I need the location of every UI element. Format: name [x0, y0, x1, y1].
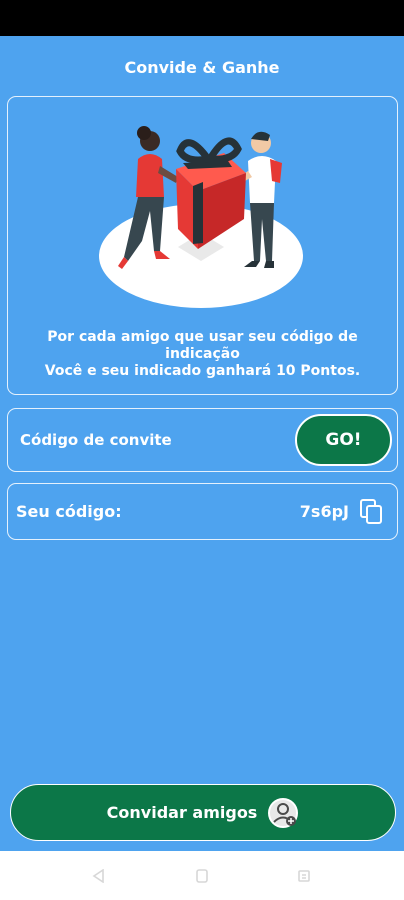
invite-code-input[interactable]: Código de convite [20, 431, 172, 449]
hero-card: Por cada amigo que usar seu código de in… [7, 96, 398, 395]
back-icon[interactable] [92, 869, 106, 883]
invite-code-card: Código de convite GO! [7, 408, 398, 472]
invite-friends-button[interactable]: Convidar amigos [10, 784, 396, 841]
my-code-card: Seu código: 7s6pJ [7, 483, 398, 540]
my-code-value: 7s6pJ [299, 502, 349, 521]
invite-friends-label: Convidar amigos [106, 803, 258, 822]
go-button[interactable]: GO! [295, 414, 392, 466]
gift-illustration [99, 126, 303, 308]
navigation-bar [0, 851, 404, 900]
status-bar [0, 0, 404, 36]
hero-line-3: Você e seu indicado ganhará 10 Pontos. [44, 363, 361, 379]
screen: Convide & Ganhe Por cada amigo que usar … [0, 36, 404, 851]
hero-line-1: Por cada amigo que usar seu código de [47, 329, 358, 345]
home-icon[interactable] [195, 869, 209, 883]
my-code-label: Seu código: [16, 502, 122, 521]
user-add-icon [268, 797, 299, 828]
page-title: Convide & Ganhe [124, 58, 280, 77]
copy-icon[interactable] [359, 499, 383, 525]
hero-line-2: indicação [165, 346, 240, 362]
hero-description: Por cada amigo que usar seu código de in… [8, 329, 397, 380]
recents-icon[interactable] [297, 869, 311, 883]
